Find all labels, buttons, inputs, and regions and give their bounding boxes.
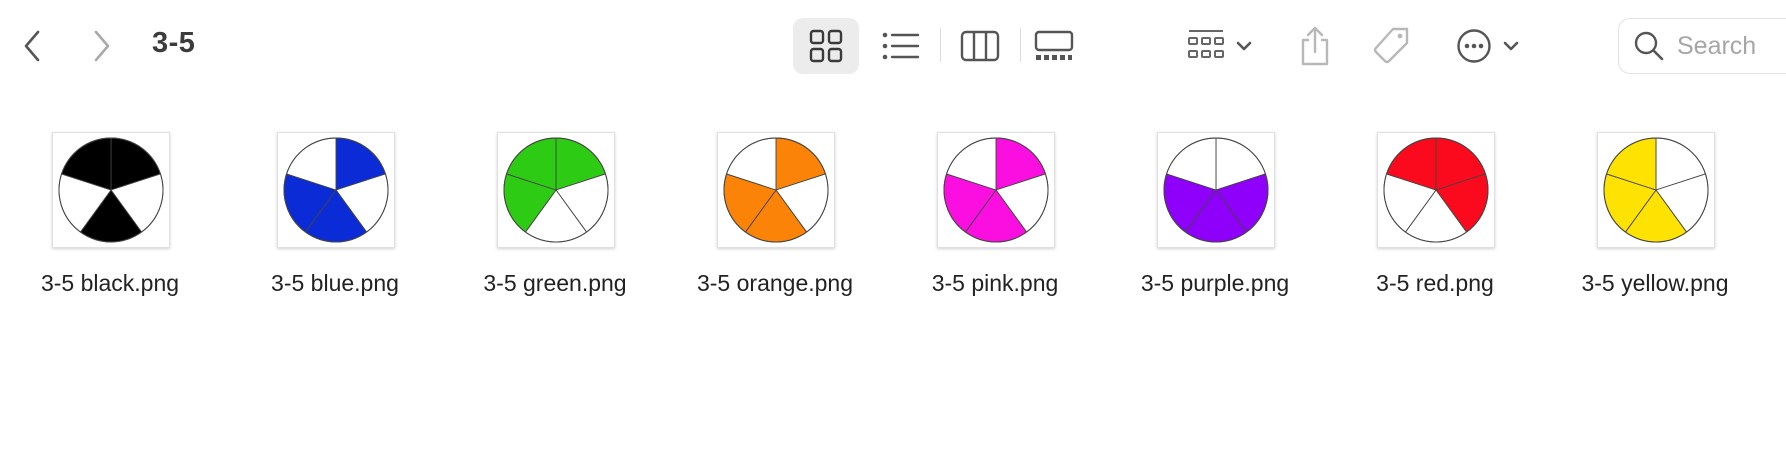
back-button[interactable]: [12, 26, 52, 66]
pie-fraction-image: [1163, 137, 1269, 243]
toolbar: 3-5: [0, 0, 1786, 92]
pie-fraction-image: [723, 137, 829, 243]
pie-fraction-image: [1383, 137, 1489, 243]
chevron-left-icon: [24, 30, 40, 62]
window-title: 3-5: [152, 27, 196, 59]
file-name[interactable]: 3-5 red.png: [1325, 270, 1545, 297]
pie-fraction-image: [503, 137, 609, 243]
file-name[interactable]: 3-5 purple.png: [1105, 270, 1325, 297]
toolbar-separator: [940, 28, 941, 62]
file-item[interactable]: 3-5 blue.png: [225, 130, 425, 310]
file-thumbnail[interactable]: [497, 132, 615, 248]
tag-button[interactable]: [1365, 20, 1417, 72]
column-view-icon: [960, 30, 1000, 62]
pie-fraction-image: [58, 137, 164, 243]
list-view-button[interactable]: [873, 22, 929, 70]
group-by-icon: [1188, 30, 1224, 58]
file-item[interactable]: 3-5 yellow.png: [1545, 130, 1745, 310]
pie-fraction-image: [943, 137, 1049, 243]
file-thumbnail[interactable]: [717, 132, 835, 248]
file-name[interactable]: 3-5 pink.png: [885, 270, 1105, 297]
file-item[interactable]: 3-5 purple.png: [1105, 130, 1305, 310]
file-name[interactable]: 3-5 yellow.png: [1545, 270, 1765, 297]
pie-fraction-image: [283, 137, 389, 243]
icon-view-button[interactable]: [793, 18, 859, 74]
group-by-button[interactable]: [1180, 22, 1260, 70]
search-input[interactable]: [1677, 31, 1786, 61]
file-thumbnail[interactable]: [937, 132, 1055, 248]
share-icon: [1301, 26, 1329, 66]
gallery-view-button[interactable]: [1026, 22, 1082, 70]
file-thumbnail[interactable]: [52, 132, 170, 248]
ellipsis-circle-icon: [1457, 29, 1491, 63]
file-item[interactable]: 3-5 green.png: [445, 130, 645, 310]
file-item[interactable]: 3-5 pink.png: [885, 130, 1085, 310]
file-name[interactable]: 3-5 orange.png: [665, 270, 885, 297]
file-thumbnail[interactable]: [277, 132, 395, 248]
tag-icon: [1373, 27, 1409, 64]
chevron-down-icon: [1503, 41, 1519, 51]
file-name[interactable]: 3-5 green.png: [445, 270, 665, 297]
chevron-down-icon: [1236, 41, 1252, 51]
more-actions-button[interactable]: [1448, 22, 1528, 70]
search-icon: [1634, 31, 1664, 61]
chevron-right-icon: [94, 30, 110, 62]
file-thumbnail[interactable]: [1157, 132, 1275, 248]
file-thumbnail[interactable]: [1597, 132, 1715, 248]
pie-fraction-image: [1603, 137, 1709, 243]
share-button[interactable]: [1290, 20, 1340, 72]
gallery-view-icon: [1034, 30, 1074, 60]
column-view-button[interactable]: [952, 22, 1008, 70]
toolbar-separator: [1020, 28, 1021, 62]
list-view-icon: [882, 32, 920, 60]
icon-view-icon: [809, 29, 843, 63]
file-name[interactable]: 3-5 blue.png: [225, 270, 445, 297]
file-name[interactable]: 3-5 black.png: [0, 270, 220, 297]
file-thumbnail[interactable]: [1377, 132, 1495, 248]
file-item[interactable]: 3-5 orange.png: [665, 130, 865, 310]
file-item[interactable]: 3-5 black.png: [0, 130, 200, 310]
file-item[interactable]: 3-5 red.png: [1325, 130, 1525, 310]
forward-button[interactable]: [82, 26, 122, 66]
search-field[interactable]: [1618, 18, 1786, 74]
file-grid: 3-5 black.png 3-5 blue.png 3-5 green.png 3-…: [0, 130, 1786, 320]
